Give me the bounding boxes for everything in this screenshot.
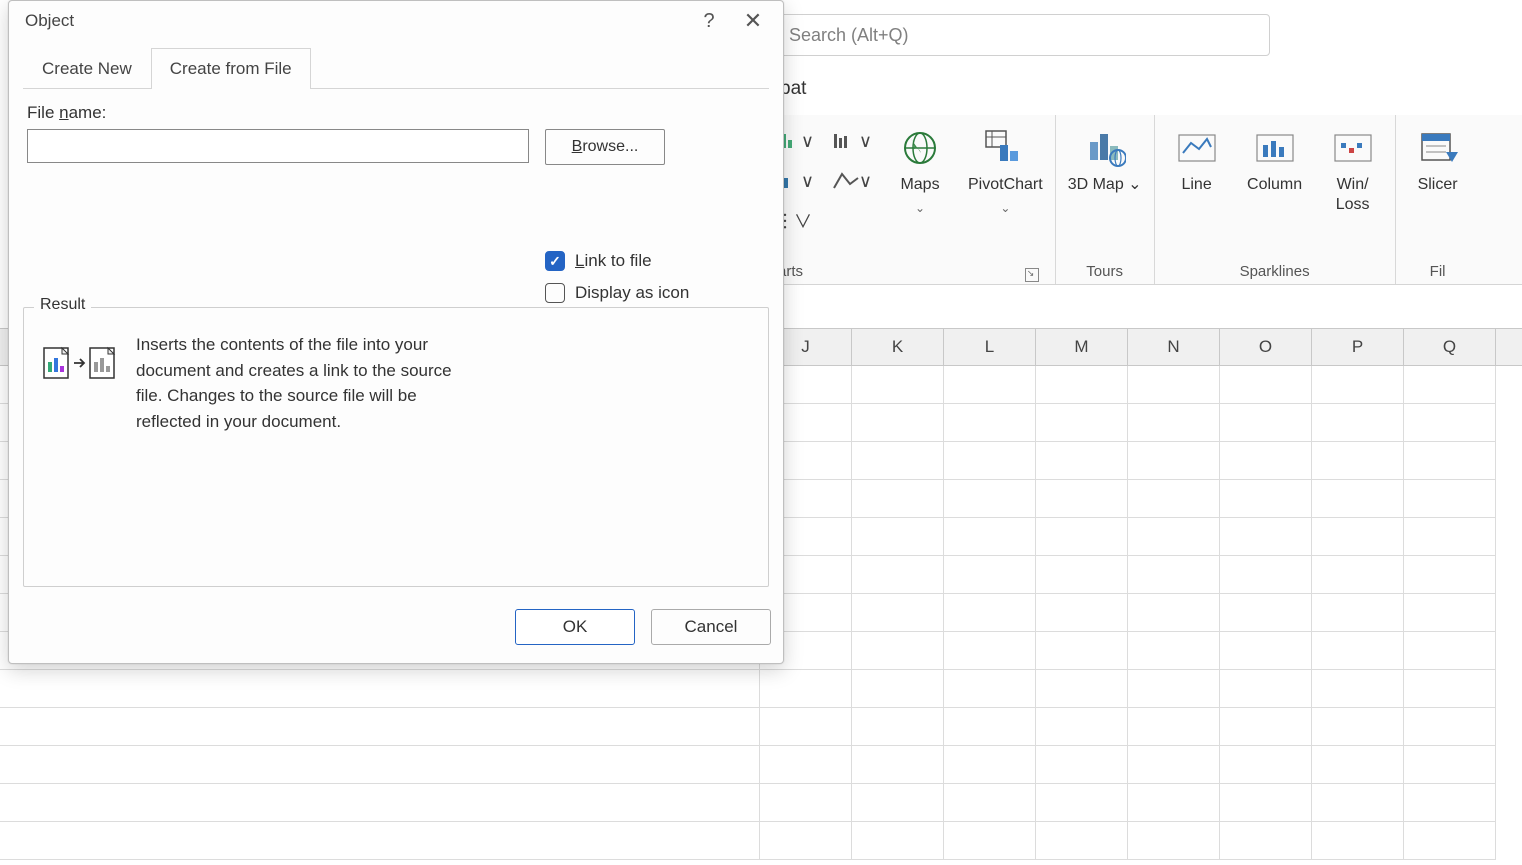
dialog-buttons: OK Cancel (9, 593, 783, 663)
pivotchart-label: PivotChart (968, 175, 1043, 195)
result-icon (42, 342, 114, 382)
result-fieldset: Result Inserts the contents of the file … (23, 307, 769, 587)
chart-dropdowns-col-2: ∨ ∨ (832, 123, 872, 195)
slicer-button[interactable]: Slicer (1408, 123, 1468, 195)
sparkline-winloss-label: Win/ Loss (1336, 175, 1370, 215)
search-input[interactable]: Search (Alt+Q) (780, 14, 1270, 56)
3d-map-button[interactable]: 3D Map ⌄ (1068, 123, 1142, 195)
pivotchart-button[interactable]: PivotChart ⌄ (968, 123, 1043, 215)
ribbon-group-filters-partial: Slicer Fil (1396, 115, 1480, 284)
maps-button[interactable]: Maps ⌄ (890, 123, 950, 215)
col-header[interactable]: O (1220, 329, 1312, 365)
ribbon: ∨ ∨ ︙∨ ∨ ∨ (770, 115, 1522, 285)
pivotchart-icon (984, 127, 1026, 169)
3d-map-label: 3D Map ⌄ (1068, 175, 1142, 195)
slicer-label: Slicer (1418, 175, 1458, 195)
globe-icon (899, 127, 941, 169)
sparkline-winloss-icon (1332, 127, 1374, 169)
chart-type-dropdown-4[interactable]: ∨ (832, 127, 872, 155)
dialog-title: Object (25, 11, 74, 31)
help-button[interactable]: ? (687, 3, 731, 39)
link-to-file-checkbox-row[interactable]: Link to file (545, 251, 765, 271)
close-button[interactable]: ✕ (731, 3, 775, 39)
col-header[interactable]: Q (1404, 329, 1496, 365)
display-as-icon-label: Display as icon (575, 283, 689, 303)
form-area: File name: Browse... Link to file Displa… (23, 89, 769, 303)
dialog-launcher-icon[interactable] (1025, 268, 1039, 282)
ribbon-group-charts-partial: ∨ ∨ ︙∨ ∨ ∨ (770, 115, 1056, 284)
chart-type-dropdown-5[interactable]: ∨ (832, 167, 872, 195)
sparkline-column-label: Column (1247, 175, 1302, 195)
dialog-body: Create New Create from File File name: B… (9, 41, 783, 593)
dialog-tabs: Create New Create from File (23, 47, 769, 89)
sparkline-column-icon (1254, 127, 1296, 169)
dialog-titlebar: Object ? ✕ (9, 1, 783, 41)
file-name-input[interactable] (27, 129, 529, 163)
close-icon: ✕ (744, 8, 762, 34)
file-name-label: File name: (27, 103, 529, 123)
col-header[interactable]: P (1312, 329, 1404, 365)
ribbon-group-tours: 3D Map ⌄ Tours (1056, 115, 1155, 284)
search-placeholder: Search (Alt+Q) (789, 25, 909, 46)
sparkline-line-button[interactable]: Line (1167, 123, 1227, 195)
col-header[interactable]: K (852, 329, 944, 365)
3d-map-icon (1084, 127, 1126, 169)
tab-create-new[interactable]: Create New (23, 48, 151, 89)
sparkline-winloss-button[interactable]: Win/ Loss (1323, 123, 1383, 215)
filters-group-label: Fil (1430, 259, 1446, 282)
result-legend: Result (34, 296, 91, 314)
sparkline-line-label: Line (1181, 175, 1211, 195)
browse-button[interactable]: Browse... (545, 129, 665, 165)
col-header[interactable]: M (1036, 329, 1128, 365)
sparklines-group-label: Sparklines (1240, 259, 1310, 282)
cancel-button[interactable]: Cancel (651, 609, 771, 645)
col-header[interactable]: N (1128, 329, 1220, 365)
col-header[interactable]: L (944, 329, 1036, 365)
sparkline-column-button[interactable]: Column (1245, 123, 1305, 195)
tab-create-from-file[interactable]: Create from File (151, 48, 311, 89)
sparkline-line-icon (1176, 127, 1218, 169)
object-dialog: Object ? ✕ Create New Create from File F… (8, 0, 784, 664)
checkbox-unchecked-icon (545, 283, 565, 303)
link-to-file-label: Link to file (575, 251, 652, 271)
checkbox-checked-icon (545, 251, 565, 271)
result-text: Inserts the contents of the file into yo… (136, 332, 456, 568)
slicer-icon (1417, 127, 1459, 169)
ok-button[interactable]: OK (515, 609, 635, 645)
display-as-icon-checkbox-row[interactable]: Display as icon (545, 283, 765, 303)
tours-group-label: Tours (1086, 259, 1123, 282)
ribbon-group-sparklines: Line Column Win/ Loss Sparklines (1155, 115, 1396, 284)
maps-label: Maps (900, 175, 939, 195)
